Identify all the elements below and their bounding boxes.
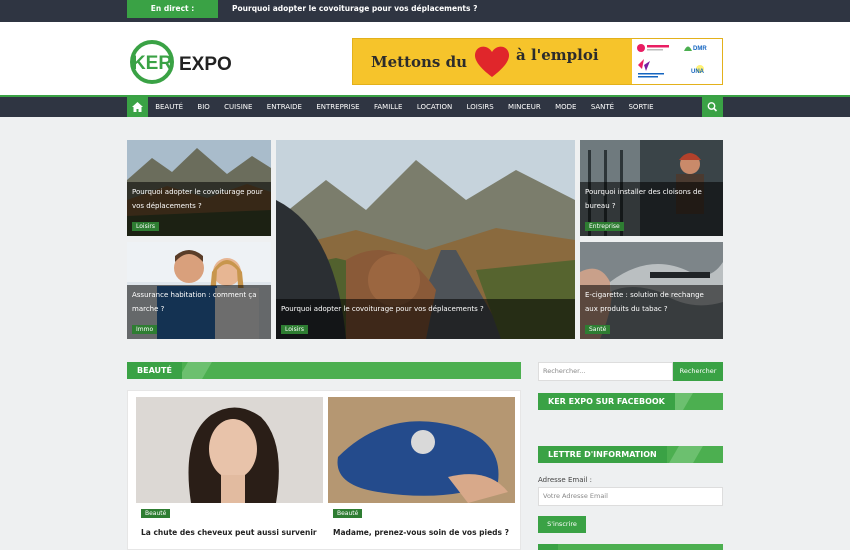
hero-tile-bottom-right[interactable]: E-cigarette : solution de rechange aux p… [580, 242, 723, 339]
search-icon [707, 102, 718, 112]
nav-item-minceur[interactable]: Minceur [501, 97, 548, 117]
next-section-heading [538, 544, 723, 550]
nav-item-sortie[interactable]: Sortie [621, 97, 660, 117]
logo-name: EXPO [179, 54, 232, 75]
nav-item-bio[interactable]: Bio [190, 97, 217, 117]
home-button[interactable] [127, 97, 148, 117]
heart-icon [474, 46, 510, 77]
nav-inner: Beauté Bio Cuisine Entraide Entreprise F… [127, 97, 723, 117]
newsletter-section-heading: LETTRE D'INFORMATION [538, 446, 723, 463]
nav-item-entreprise[interactable]: Entreprise [309, 97, 367, 117]
nav-item-cuisine[interactable]: Cuisine [217, 97, 260, 117]
top-bar: En direct : Pourquoi adopter le covoitur… [0, 0, 850, 22]
hero-caption: Pourquoi adopter le covoiturage pour vos… [276, 299, 575, 339]
main-nav: Beauté Bio Cuisine Entraide Entreprise F… [0, 95, 850, 117]
beauty-heading-label[interactable]: BEAUTÉ [127, 362, 182, 379]
svg-text:DMR: DMR [693, 46, 707, 52]
hero-category-tag[interactable]: Immo [132, 325, 158, 334]
ad-sponsor-logos: DMR UNA [632, 39, 722, 84]
beauty-articles: Beauté La chute des cheveux peut aussi s… [127, 390, 521, 550]
hero-caption: Pourquoi adopter le covoiturage pour vos… [127, 182, 271, 236]
nav-item-mode[interactable]: Mode [548, 97, 584, 117]
ad-text-right: à l'emploi [516, 46, 599, 64]
article-category-tag[interactable]: Beauté [141, 509, 171, 518]
article-image-hair[interactable] [136, 397, 323, 503]
logo-icon: KER EXPO [130, 40, 232, 84]
heading-stripe [178, 362, 212, 379]
facebook-heading-label: KER EXPO SUR FACEBOOK [538, 393, 675, 410]
nav-item-sante[interactable]: Santé [584, 97, 622, 117]
facebook-section-heading: KER EXPO SUR FACEBOOK [538, 393, 723, 410]
hero-title: Assurance habitation : comment ça marche… [132, 291, 257, 313]
email-label: Adresse Email : [538, 476, 592, 484]
newsletter-heading-label: LETTRE D'INFORMATION [538, 446, 667, 463]
nav-search-button[interactable] [702, 97, 723, 117]
hero-title: Pourquoi adopter le covoiturage pour vos… [281, 305, 484, 313]
woman-portrait-image [136, 397, 323, 503]
nav-item-entraide[interactable]: Entraide [260, 97, 310, 117]
site-header: KER EXPO Mettons du à l'emploi DMR UNA [0, 22, 850, 96]
page: En direct : Pourquoi adopter le covoitur… [0, 0, 850, 550]
article-category-tag[interactable]: Beauté [333, 509, 363, 518]
sponsor-logos-icon: DMR UNA [637, 44, 714, 78]
email-field[interactable]: Votre Adresse Email [538, 487, 723, 506]
sandal-feet-image [328, 397, 515, 503]
ticker-headline-link[interactable]: Pourquoi adopter le covoiturage pour vos… [232, 0, 477, 18]
subscribe-button[interactable]: S'inscrire [538, 516, 586, 533]
article-title[interactable]: Madame, prenez-vous soin de vos pieds ? [333, 528, 509, 537]
hero-category-tag[interactable]: Loisirs [281, 325, 308, 334]
nav-menu: Beauté Bio Cuisine Entraide Entreprise F… [148, 97, 661, 117]
hero-tile-bottom-left[interactable]: Assurance habitation : comment ça marche… [127, 242, 271, 339]
logo-mark: KER [132, 53, 172, 74]
hero-title: E-cigarette : solution de rechange aux p… [585, 291, 704, 313]
ad-text-left: Mettons du [371, 53, 467, 71]
hero-category-tag[interactable]: Loisirs [132, 222, 159, 231]
ad-banner[interactable]: Mettons du à l'emploi DMR UNA [352, 38, 723, 85]
nav-item-location[interactable]: Location [410, 97, 460, 117]
svg-text:UNA: UNA [691, 69, 705, 75]
hero-title: Pourquoi installer des cloisons de burea… [585, 188, 702, 210]
sidebar-search-input[interactable]: Rechercher... [538, 362, 673, 381]
hero-caption: Pourquoi installer des cloisons de burea… [580, 182, 723, 236]
article-title[interactable]: La chute des cheveux peut aussi survenir [141, 528, 317, 537]
heading-stripe [669, 446, 703, 463]
site-logo[interactable]: KER EXPO [130, 40, 240, 84]
hero-tile-top-left[interactable]: Pourquoi adopter le covoiturage pour vos… [127, 140, 271, 236]
hero-title: Pourquoi adopter le covoiturage pour vos… [132, 188, 263, 210]
home-icon [132, 102, 143, 112]
next-heading-label [538, 544, 558, 550]
beauty-section-heading: BEAUTÉ [127, 362, 521, 379]
nav-item-loisirs[interactable]: Loisirs [459, 97, 500, 117]
hero-tile-top-right[interactable]: Pourquoi installer des cloisons de burea… [580, 140, 723, 236]
hero-category-tag[interactable]: Entreprise [585, 222, 624, 231]
nav-item-beaute[interactable]: Beauté [148, 97, 190, 117]
hero-caption: E-cigarette : solution de rechange aux p… [580, 285, 723, 339]
hero-caption: Assurance habitation : comment ça marche… [127, 285, 271, 339]
nav-item-famille[interactable]: Famille [367, 97, 410, 117]
hero-tile-center[interactable]: Pourquoi adopter le covoiturage pour vos… [276, 140, 575, 339]
sidebar-search-button[interactable]: Rechercher [673, 362, 723, 381]
article-image-feet[interactable] [328, 397, 515, 503]
hero-category-tag[interactable]: Santé [585, 325, 611, 334]
live-badge: En direct : [127, 0, 218, 18]
